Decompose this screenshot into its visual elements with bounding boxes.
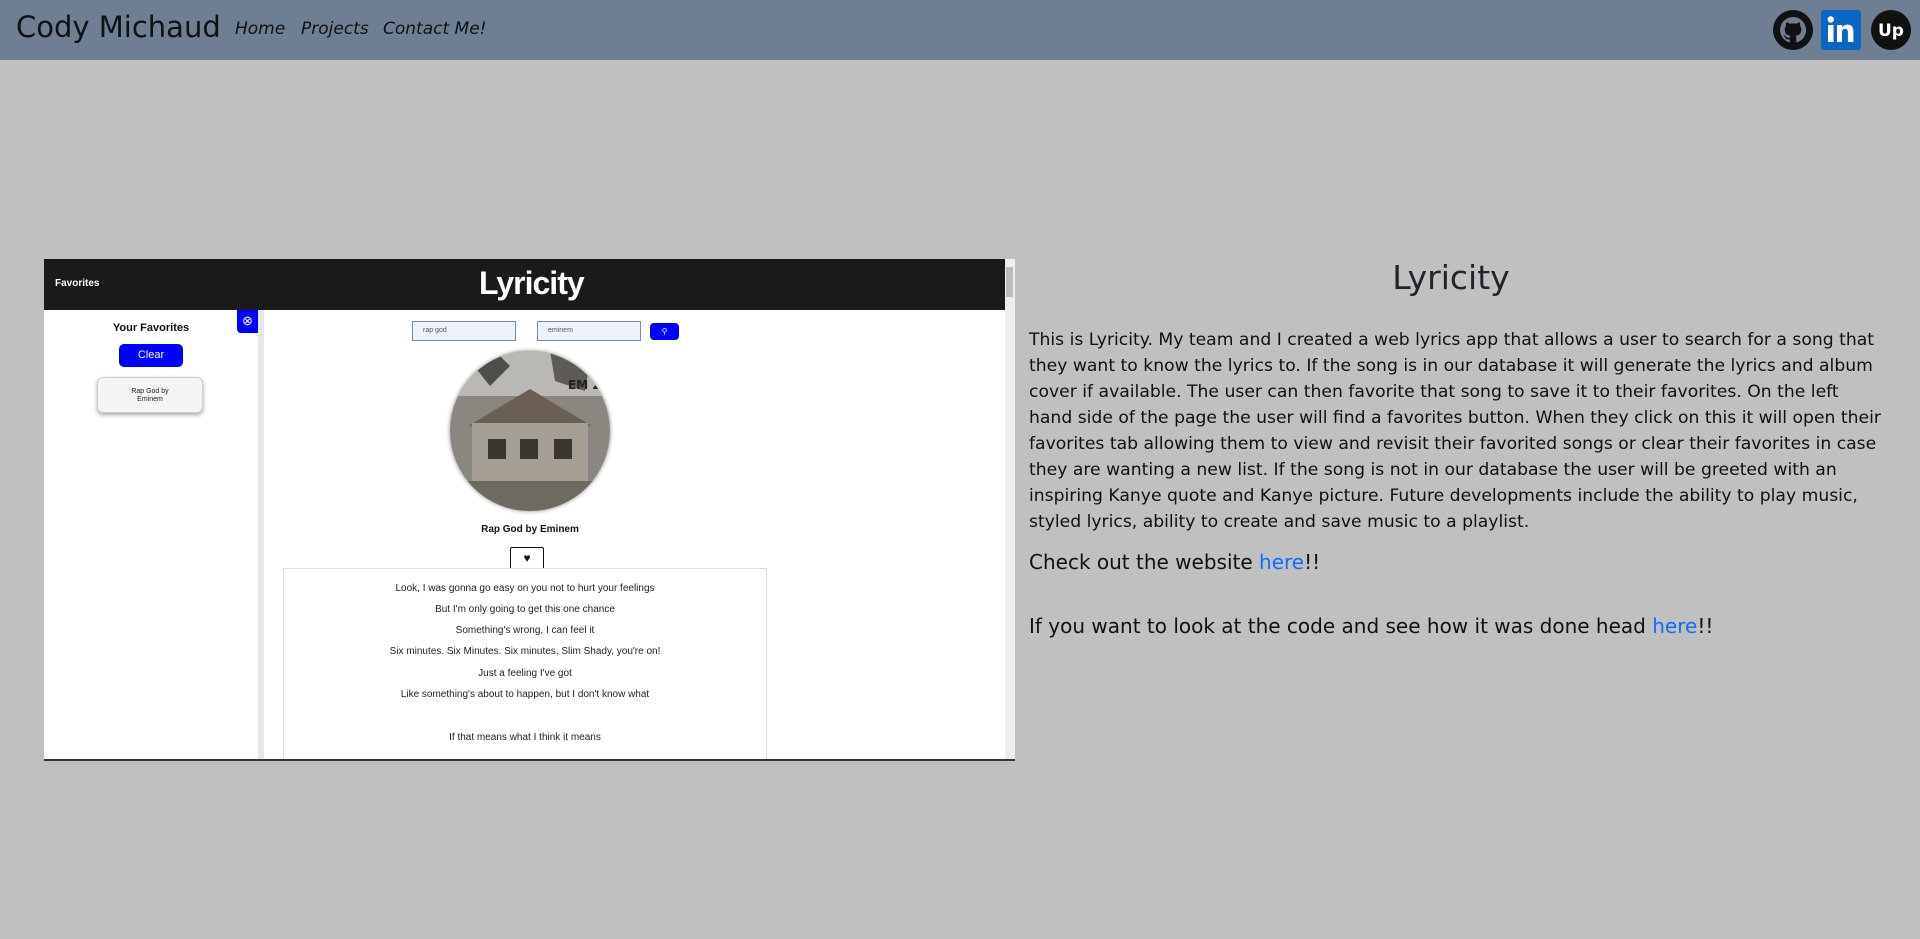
code-prefix: If you want to look at the code and see … — [1029, 614, 1653, 638]
top-navbar: Cody Michaud Home Projects Contact Me! U… — [0, 0, 1920, 60]
lyric-line: If that means what I think it means — [449, 732, 601, 743]
favorite-card-line2: Eminem — [137, 396, 163, 403]
favorite-card-line1: Rap God by — [131, 388, 169, 395]
song-input: rap god — [412, 321, 516, 341]
lyric-line: Like something's about to happen, but I … — [400, 689, 650, 700]
lyric-line: Something's wrong, I can feel it — [455, 625, 595, 636]
search-icon: ⚲ — [650, 323, 679, 340]
lyric-line: Just a feeling I've got — [478, 668, 572, 679]
heart-icon: ♥ — [510, 547, 544, 570]
app-title: Lyricity — [479, 265, 585, 301]
github-icon[interactable] — [1773, 10, 1813, 50]
clear-button: Clear — [119, 344, 183, 367]
brand-link[interactable]: Cody Michaud — [16, 10, 221, 44]
project-title: Lyricity — [1392, 258, 1510, 297]
website-prefix: Check out the website — [1029, 550, 1260, 574]
app-header: Favorites Lyricity — [44, 259, 1015, 310]
project-description: This is Lyricity. My team and I created … — [1029, 330, 1881, 532]
linkedin-icon[interactable] — [1821, 10, 1861, 50]
lyric-line: Look, I was gonna go easy on you not to … — [395, 583, 655, 594]
song-title: Rap God by Eminem — [481, 524, 579, 535]
website-link[interactable]: here — [1259, 550, 1304, 574]
upwork-icon[interactable]: Up — [1871, 10, 1911, 50]
screenshot-scrollbar — [1005, 259, 1015, 759]
album-text: EM 2 — [568, 378, 601, 392]
code-suffix: !! — [1697, 614, 1714, 638]
code-link[interactable]: here — [1652, 614, 1697, 638]
lyrics-box: Look, I was gonna go easy on you not to … — [283, 568, 767, 759]
lyric-line: But I'm only going to get this one chanc… — [435, 604, 615, 615]
favorites-title: Your Favorites — [112, 322, 190, 334]
nav-projects[interactable]: Projects — [301, 19, 369, 39]
project-screenshot: Favorites Lyricity ⊗ Your Favorites Clea… — [44, 259, 1015, 761]
album-cover: EM 2 — [450, 351, 610, 511]
lyric-line: Six minutes. Six Minutes. Six minutes, S… — [389, 646, 661, 657]
nav-contact[interactable]: Contact Me! — [383, 19, 487, 39]
favorites-tab: Favorites — [55, 278, 100, 289]
code-line: If you want to look at the code and see … — [1029, 614, 1713, 638]
artist-input: eminem — [537, 321, 641, 341]
svg-text:Up: Up — [1878, 21, 1904, 41]
nav-home[interactable]: Home — [235, 19, 285, 39]
website-suffix: !! — [1304, 550, 1321, 574]
favorite-card: Rap God by Eminem — [97, 377, 203, 413]
website-line: Check out the website here!! — [1029, 550, 1320, 574]
